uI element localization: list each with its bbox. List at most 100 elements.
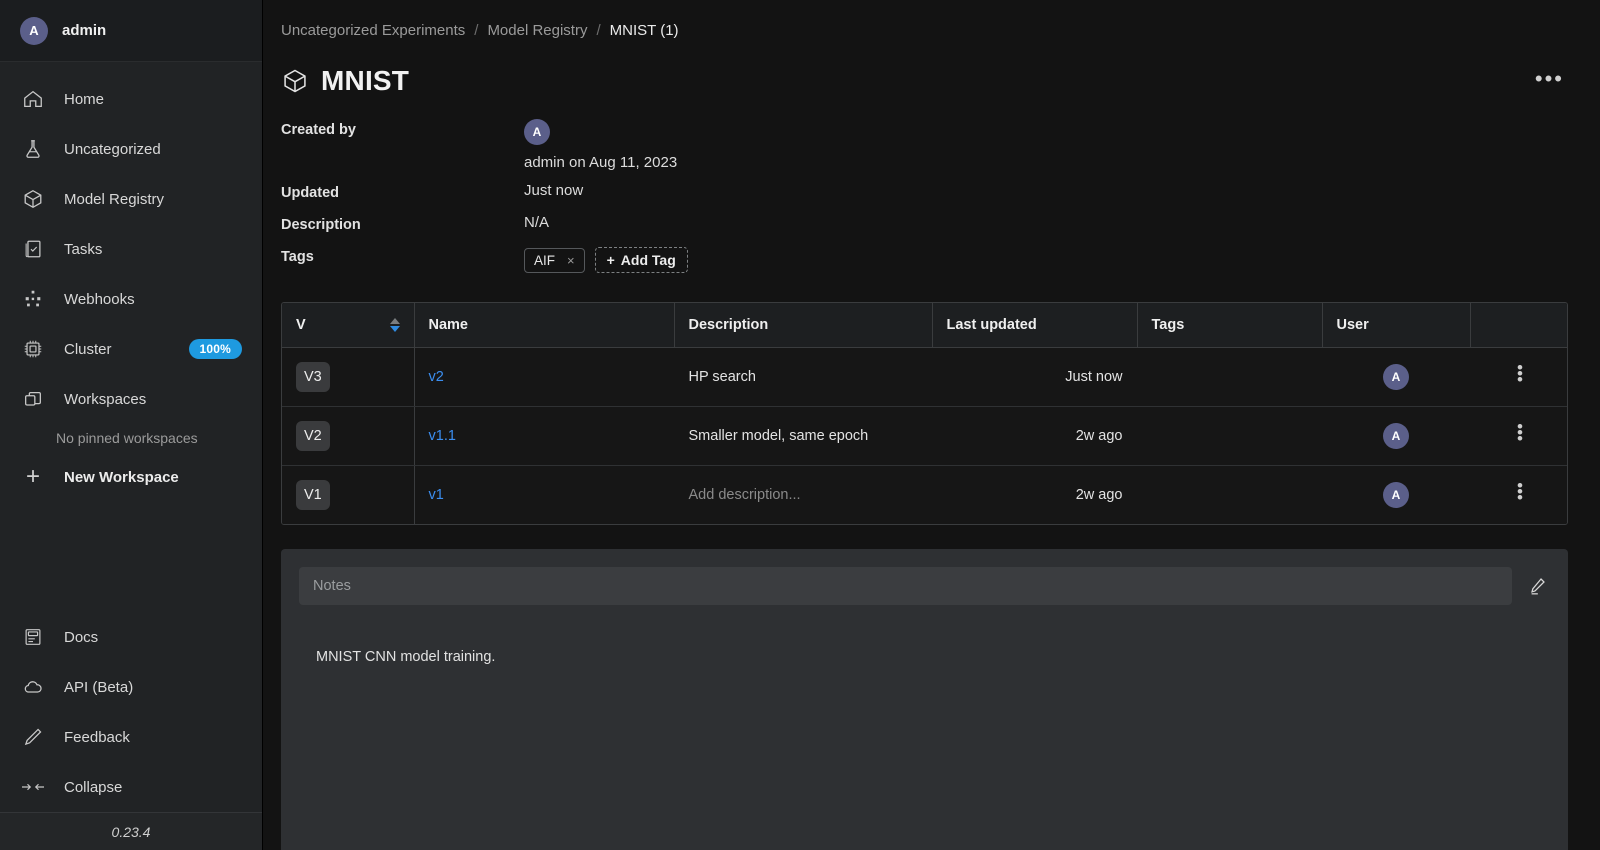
cell-version: V2 bbox=[282, 406, 415, 466]
table-header-row: V Name Description Last updated Tags Use… bbox=[282, 303, 1567, 348]
version-link[interactable]: v1 bbox=[429, 487, 444, 503]
cell-description[interactable]: HP search bbox=[674, 347, 932, 407]
add-tag-label: Add Tag bbox=[620, 252, 676, 268]
cell-user: A bbox=[1322, 406, 1470, 466]
meta-label: Tags bbox=[281, 249, 314, 265]
table-row[interactable]: V2 v1.1 Smaller model, same epoch 2w ago… bbox=[282, 406, 1567, 466]
versions-table: V Name Description Last updated Tags Use… bbox=[281, 302, 1568, 525]
tag-list: AIF × + Add Tag bbox=[524, 246, 688, 273]
sidebar-user-header[interactable]: A admin bbox=[0, 0, 262, 62]
docs-icon bbox=[20, 624, 46, 650]
version-link[interactable]: v1.1 bbox=[429, 428, 456, 444]
tasks-icon bbox=[20, 236, 46, 262]
cell-description[interactable]: Smaller model, same epoch bbox=[674, 406, 932, 466]
windows-icon bbox=[20, 386, 46, 412]
sidebar-item-label: Collapse bbox=[64, 778, 123, 796]
pinned-workspaces-empty: No pinned workspaces bbox=[56, 430, 198, 446]
sidebar-item-label: API (Beta) bbox=[64, 678, 134, 696]
app-window: A admin Home Uncategorized Model Registr… bbox=[0, 0, 1600, 850]
breadcrumb-item-uncategorized-experiments[interactable]: Uncategorized Experiments bbox=[281, 22, 465, 39]
sidebar-item-label: Tasks bbox=[64, 240, 103, 258]
cell-tags[interactable] bbox=[1137, 347, 1322, 407]
cube-icon bbox=[20, 186, 46, 212]
sidebar-bottom-nav: Docs API (Beta) Feedback Collapse 0.23.4 bbox=[0, 612, 262, 850]
notes-panel: MNIST CNN model training. bbox=[281, 548, 1568, 850]
cell-version: V1 bbox=[282, 465, 415, 524]
column-label: V bbox=[296, 316, 306, 333]
meta-value-created-by: A admin on Aug 11, 2023 bbox=[524, 119, 677, 171]
column-header-description[interactable]: Description bbox=[674, 303, 933, 348]
sidebar-item-api[interactable]: API (Beta) bbox=[0, 662, 262, 712]
sidebar-item-label: Cluster bbox=[64, 340, 112, 358]
cell-last-updated: 2w ago bbox=[932, 406, 1137, 466]
breadcrumb-item-model-registry[interactable]: Model Registry bbox=[487, 22, 587, 39]
avatar: A bbox=[1383, 422, 1409, 449]
meta-value-updated: Just now bbox=[524, 182, 584, 199]
avatar: A bbox=[1383, 481, 1409, 508]
sidebar-item-label: Home bbox=[64, 90, 105, 108]
cell-tags[interactable] bbox=[1137, 406, 1322, 466]
version-badge: V1 bbox=[296, 479, 330, 510]
cell-actions: • • • bbox=[1470, 347, 1567, 407]
metadata-section: Created by A admin on Aug 11, 2023 Updat… bbox=[281, 119, 1568, 278]
notes-input[interactable] bbox=[299, 566, 1512, 605]
table-row[interactable]: V3 v2 HP search Just now A • • • bbox=[282, 347, 1567, 407]
meta-label: Description bbox=[281, 217, 361, 233]
sidebar-item-label: Feedback bbox=[64, 728, 130, 746]
created-by-text: admin on Aug 11, 2023 bbox=[524, 154, 678, 171]
sidebar-item-docs[interactable]: Docs bbox=[0, 612, 262, 662]
sidebar-item-label: Workspaces bbox=[64, 390, 147, 408]
sidebar-item-cluster[interactable]: Cluster 100% bbox=[0, 324, 262, 374]
notes-header bbox=[299, 566, 1550, 605]
column-header-version[interactable]: V bbox=[282, 303, 415, 348]
cell-user: A bbox=[1322, 347, 1470, 407]
cell-tags[interactable] bbox=[1137, 465, 1322, 524]
meta-row-created-by: Created by A admin on Aug 11, 2023 bbox=[281, 119, 1568, 171]
kebab-icon[interactable]: • • • bbox=[1485, 418, 1556, 447]
new-workspace-button[interactable]: + New Workspace bbox=[0, 452, 262, 502]
cell-name: v1.1 bbox=[414, 406, 674, 466]
sort-toggle-version[interactable] bbox=[389, 317, 400, 332]
column-header-tags[interactable]: Tags bbox=[1137, 303, 1323, 348]
cell-description[interactable]: Add description... bbox=[674, 465, 932, 524]
pencil-icon bbox=[20, 724, 46, 750]
collapse-icon bbox=[20, 774, 46, 800]
column-header-user[interactable]: User bbox=[1322, 303, 1471, 348]
meta-label: Created by bbox=[281, 122, 356, 138]
cell-last-updated: 2w ago bbox=[932, 465, 1137, 524]
chevron-down-icon bbox=[389, 325, 400, 332]
sidebar-item-home[interactable]: Home bbox=[0, 74, 262, 124]
sidebar-item-uncategorized[interactable]: Uncategorized bbox=[0, 124, 262, 174]
add-tag-button[interactable]: + Add Tag bbox=[594, 247, 688, 273]
sidebar-item-webhooks[interactable]: Webhooks bbox=[0, 274, 262, 324]
sidebar-item-collapse[interactable]: Collapse bbox=[0, 762, 262, 812]
kebab-icon[interactable]: • • • bbox=[1485, 359, 1556, 388]
sidebar-item-label: Model Registry bbox=[64, 190, 165, 208]
app-version: 0.23.4 bbox=[0, 812, 262, 850]
sidebar-item-model-registry[interactable]: Model Registry bbox=[0, 174, 262, 224]
plus-icon: + bbox=[25, 463, 40, 490]
meta-row-tags: Tags AIF × + Add Tag bbox=[281, 246, 1568, 278]
chevron-up-icon bbox=[389, 317, 400, 324]
sidebar-item-feedback[interactable]: Feedback bbox=[0, 712, 262, 762]
column-header-name[interactable]: Name bbox=[414, 303, 675, 348]
edit-notes-pencil-icon[interactable] bbox=[1524, 573, 1550, 599]
meta-row-updated: Updated Just now bbox=[281, 182, 1568, 214]
close-icon[interactable]: × bbox=[567, 253, 575, 268]
sidebar-item-tasks[interactable]: Tasks bbox=[0, 224, 262, 274]
cell-version: V3 bbox=[282, 347, 415, 407]
cell-user: A bbox=[1322, 465, 1470, 524]
version-link[interactable]: v2 bbox=[429, 369, 444, 385]
notes-body-text: MNIST CNN model training. bbox=[316, 648, 496, 665]
tag-chip-aif[interactable]: AIF × bbox=[524, 247, 585, 273]
sidebar-item-label: Docs bbox=[64, 628, 99, 646]
page-more-menu-button[interactable]: ••• bbox=[1531, 67, 1568, 91]
sidebar-item-workspaces[interactable]: Workspaces bbox=[0, 374, 262, 424]
kebab-icon[interactable]: • • • bbox=[1485, 477, 1556, 506]
column-header-actions bbox=[1470, 303, 1567, 348]
column-header-last-updated[interactable]: Last updated bbox=[932, 303, 1138, 348]
sidebar: A admin Home Uncategorized Model Registr… bbox=[0, 0, 263, 850]
chip-icon bbox=[20, 336, 46, 362]
cell-last-updated: Just now bbox=[932, 347, 1137, 407]
table-row[interactable]: V1 v1 Add description... 2w ago A • • • bbox=[282, 465, 1567, 524]
